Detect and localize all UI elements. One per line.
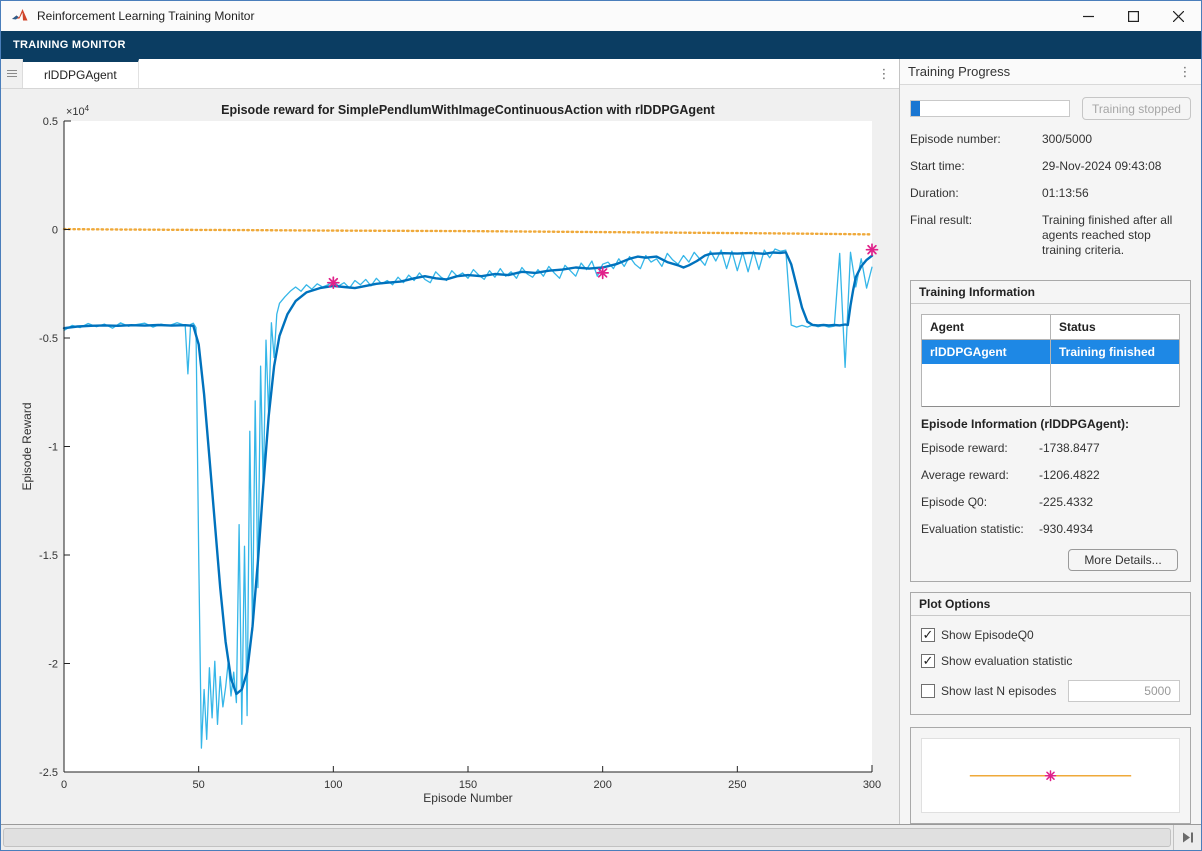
training-progress-panel: Training Progress ⋮ Training stopped Epi… xyxy=(900,59,1201,824)
field-start-time: Start time: 29-Nov-2024 09:43:08 xyxy=(910,159,1191,174)
field-episode-q0: Episode Q0: -225.4332 xyxy=(921,495,1180,509)
svg-text:200: 200 xyxy=(593,779,611,791)
toolstrip: TRAINING MONITOR xyxy=(1,31,1201,59)
svg-text:-1: -1 xyxy=(48,442,58,454)
expand-corner-button[interactable] xyxy=(1173,825,1201,850)
episode-reward-chart: 0.50-0.5-1-1.5-2-2.5050100150200250300Ep… xyxy=(1,89,899,826)
svg-text:Episode Reward: Episode Reward xyxy=(20,402,34,490)
field-episode-reward: Episode reward: -1738.8477 xyxy=(921,441,1180,455)
training-information-section: Training Information Agent Status rlDDPG… xyxy=(910,280,1191,582)
hamburger-icon xyxy=(7,68,17,79)
progress-fields: Episode number: 300/5000 Start time: 29-… xyxy=(910,132,1191,270)
svg-text:0.5: 0.5 xyxy=(43,116,58,128)
show-episodeq0-checkbox[interactable]: ✓ xyxy=(921,628,935,642)
evaluation-preview-plot xyxy=(922,739,1179,813)
document-tab-bar: rlDDPGAgent ⋮ xyxy=(1,59,899,89)
window-title: Reinforcement Learning Training Monitor xyxy=(37,9,254,23)
maximize-button[interactable] xyxy=(1111,1,1156,31)
table-header-row: Agent Status xyxy=(922,315,1180,340)
tab-rlddpgagent[interactable]: rlDDPGAgent xyxy=(23,59,139,88)
chart-document: 0.50-0.5-1-1.5-2-2.5050100150200250300Ep… xyxy=(1,89,899,824)
title-bar: Reinforcement Learning Training Monitor xyxy=(1,1,1201,31)
minimize-button[interactable] xyxy=(1066,1,1111,31)
table-empty-row xyxy=(922,364,1180,406)
col-agent: Agent xyxy=(922,315,1051,340)
evaluation-preview-panel xyxy=(910,727,1191,825)
svg-text:0: 0 xyxy=(61,779,67,791)
svg-text:0: 0 xyxy=(52,225,58,237)
last-n-episodes-input[interactable] xyxy=(1068,680,1180,702)
training-information-title: Training Information xyxy=(911,281,1190,304)
svg-text:×104: ×104 xyxy=(66,104,90,118)
svg-text:-1.5: -1.5 xyxy=(39,550,58,562)
svg-text:250: 250 xyxy=(728,779,746,791)
training-progress-bar xyxy=(910,100,1070,117)
option-show-last-n-episodes: Show last N episodes xyxy=(921,680,1180,702)
skip-to-end-icon xyxy=(1182,832,1194,843)
app-window: Reinforcement Learning Training Monitor … xyxy=(0,0,1202,851)
svg-text:-2: -2 xyxy=(48,659,58,671)
tab-list-button[interactable] xyxy=(1,59,23,88)
panel-title: Training Progress xyxy=(908,64,1010,79)
field-average-reward: Average reward: -1206.4822 xyxy=(921,468,1180,482)
option-show-episodeq0: ✓ Show EpisodeQ0 xyxy=(921,628,1180,642)
plot-options-title: Plot Options xyxy=(911,593,1190,616)
plot-options-section: Plot Options ✓ Show EpisodeQ0 ✓ Show eva… xyxy=(910,592,1191,715)
close-button[interactable] xyxy=(1156,1,1201,31)
panel-header: Training Progress ⋮ xyxy=(900,59,1201,85)
show-last-n-episodes-checkbox[interactable] xyxy=(921,684,935,698)
more-details-button[interactable]: More Details... xyxy=(1068,549,1178,571)
svg-text:Episode Number: Episode Number xyxy=(423,791,512,805)
field-episode-number: Episode number: 300/5000 xyxy=(910,132,1191,147)
col-status: Status xyxy=(1051,315,1180,340)
progress-fill xyxy=(911,101,920,116)
training-stopped-button[interactable]: Training stopped xyxy=(1082,97,1191,120)
field-duration: Duration: 01:13:56 xyxy=(910,186,1191,201)
panel-options-kebab-icon[interactable]: ⋮ xyxy=(1177,64,1193,80)
table-row-rlddpgagent[interactable]: rlDDPGAgent Training finished xyxy=(922,340,1180,365)
svg-text:-0.5: -0.5 xyxy=(39,333,58,345)
svg-text:300: 300 xyxy=(863,779,881,791)
option-show-evaluation-statistic: ✓ Show evaluation statistic xyxy=(921,654,1180,668)
svg-text:100: 100 xyxy=(324,779,342,791)
field-final-result: Final result: Training finished after al… xyxy=(910,213,1191,258)
toolstrip-tab-training-monitor[interactable]: TRAINING MONITOR xyxy=(1,39,138,51)
agent-status-table: Agent Status rlDDPGAgent Training finish… xyxy=(921,314,1180,407)
episode-info-fields: Episode reward: -1738.8477 Average rewar… xyxy=(921,441,1180,536)
svg-text:-2.5: -2.5 xyxy=(39,767,58,779)
document-options-kebab-icon[interactable]: ⋮ xyxy=(869,59,899,88)
horizontal-scrollbar[interactable] xyxy=(3,828,1171,847)
field-evaluation-statistic: Evaluation statistic: -930.4934 xyxy=(921,522,1180,536)
svg-text:Episode reward for SimplePendl: Episode reward for SimplePendlumWithImag… xyxy=(221,103,716,117)
tab-label: rlDDPGAgent xyxy=(44,68,117,82)
svg-text:150: 150 xyxy=(459,779,477,791)
matlab-logo-icon xyxy=(11,8,29,24)
svg-text:50: 50 xyxy=(193,779,205,791)
bottom-scrollbar xyxy=(1,824,1201,850)
show-evaluation-statistic-checkbox[interactable]: ✓ xyxy=(921,654,935,668)
episode-info-title: Episode Information (rlDDPGAgent): xyxy=(921,417,1180,431)
